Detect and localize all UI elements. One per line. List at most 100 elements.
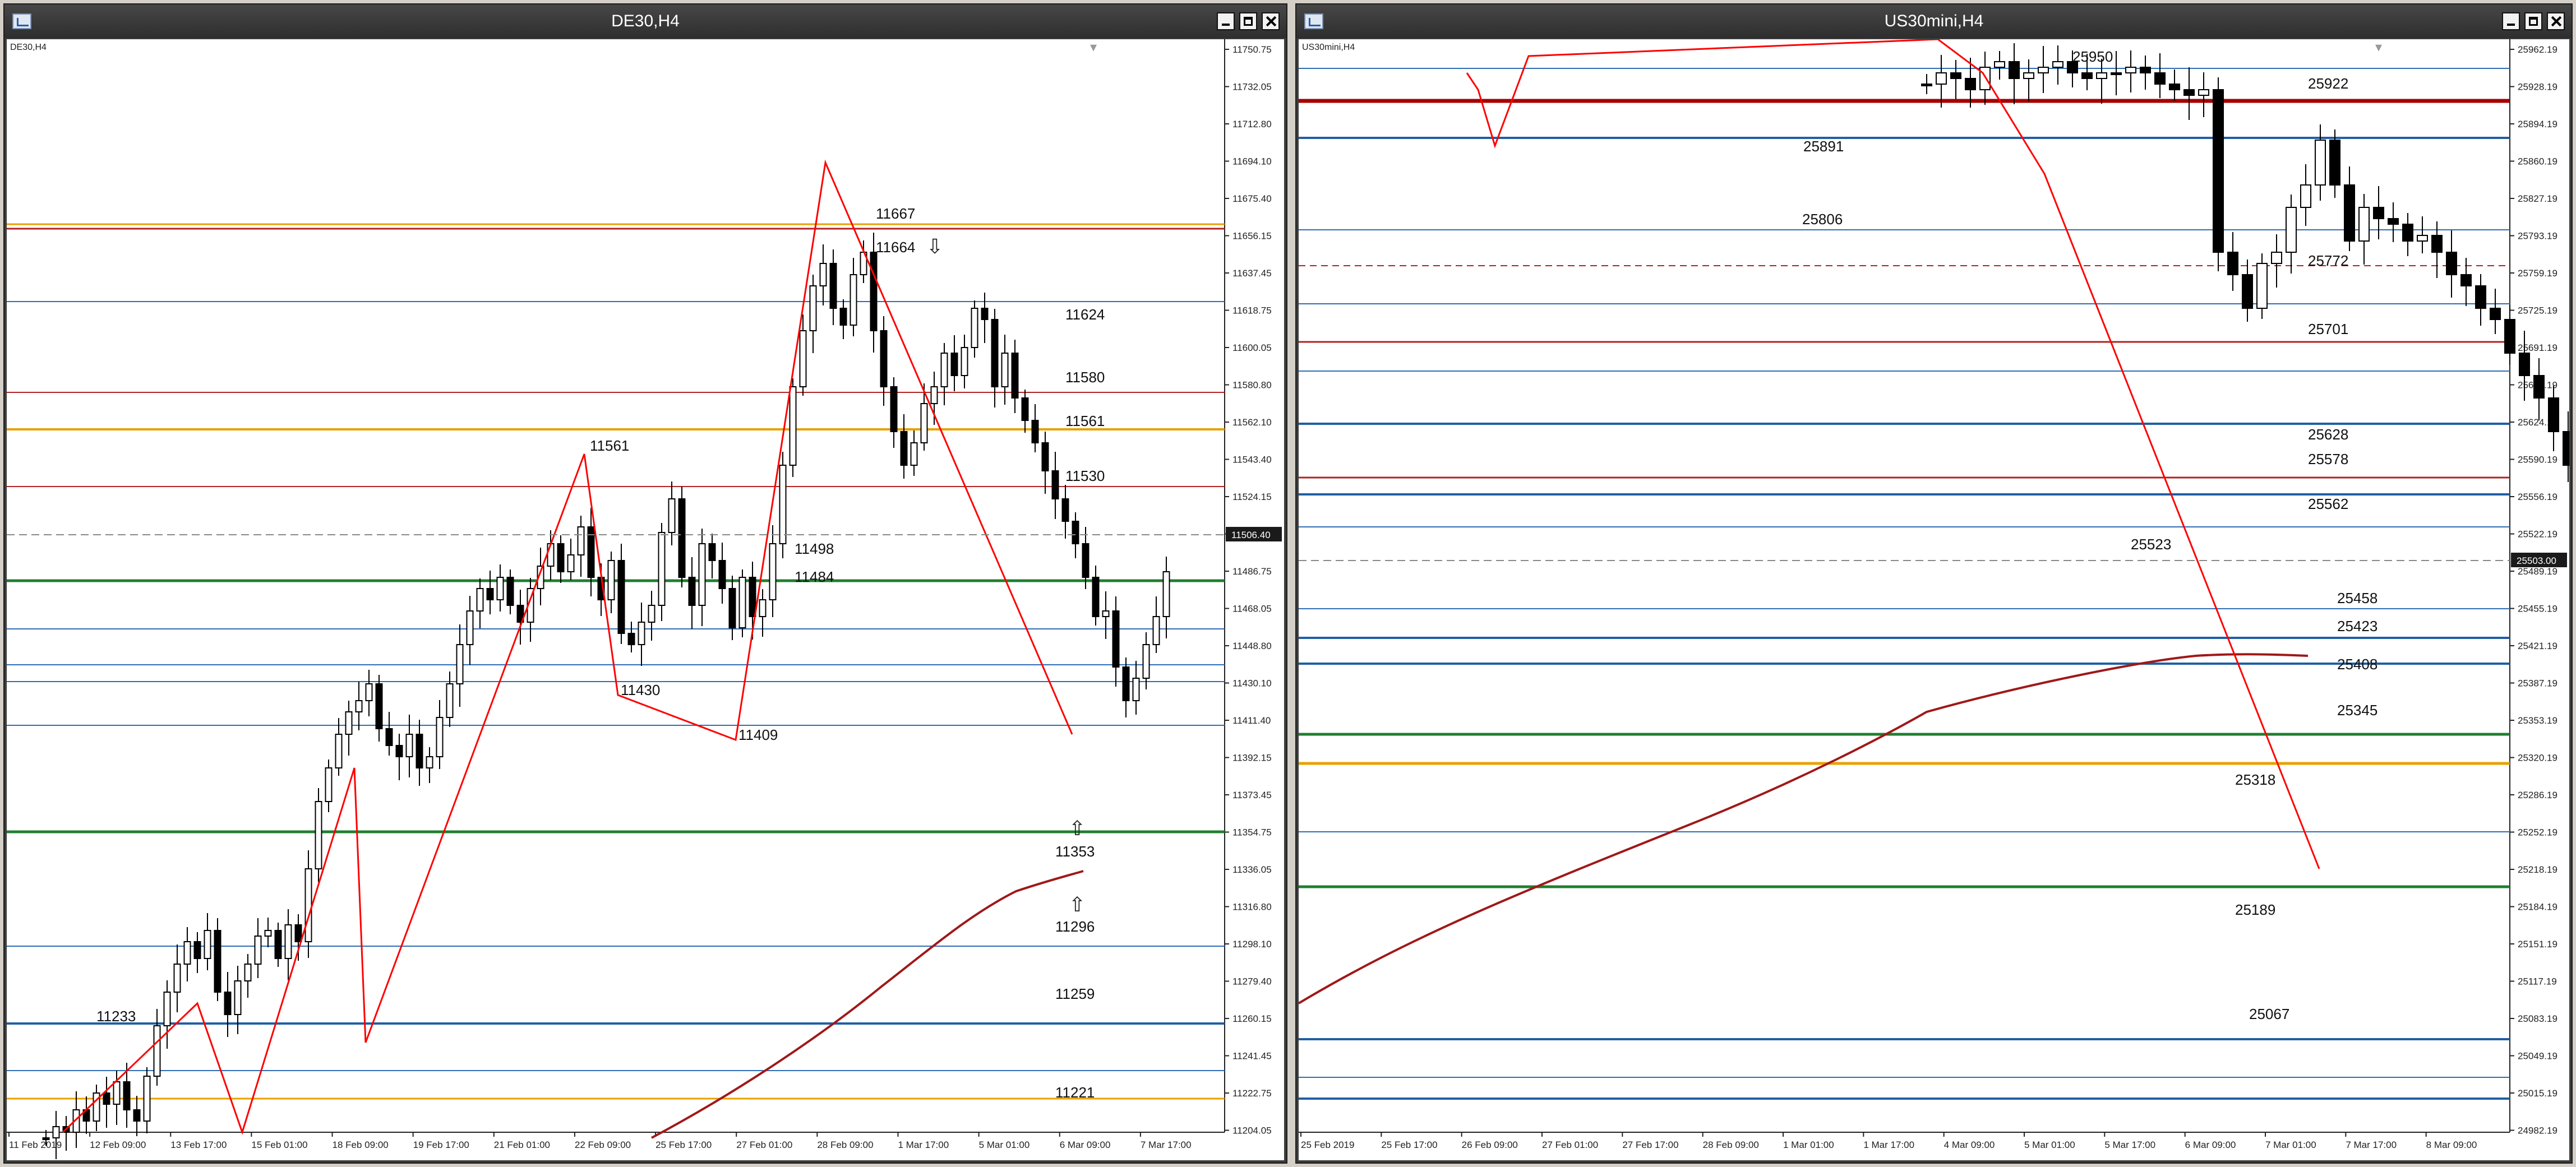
level-label: 25891: [1803, 138, 1844, 155]
window-titlebar[interactable]: DE30,H4: [4, 4, 1286, 38]
chart-canvas[interactable]: 11750.75 11732.05 11712.80 11694.10 11675.40…: [7, 39, 1284, 1160]
close-button[interactable]: [2547, 12, 2565, 30]
candle-body: [638, 622, 645, 645]
candle-body: [2475, 285, 2486, 309]
price-tick-label: 11732.05: [1232, 82, 1272, 92]
candle-body: [2329, 140, 2340, 186]
candle-body: [850, 274, 857, 326]
candle-body: [183, 941, 191, 965]
minimize-button[interactable]: [2502, 12, 2520, 30]
candle-body: [728, 588, 736, 628]
candle-body: [2548, 397, 2559, 432]
level-label: 11667: [876, 205, 915, 222]
candle-body: [103, 1092, 110, 1105]
candle-body: [416, 734, 423, 768]
candle-body: [2096, 72, 2107, 79]
level-label: 25458: [2337, 590, 2378, 606]
candle-body: [2242, 274, 2253, 309]
candle-body: [658, 532, 666, 606]
minimize-button[interactable]: [1217, 12, 1235, 30]
price-tick-label: 11618.75: [1232, 305, 1272, 316]
candle-body: [1950, 72, 1961, 79]
time-tick-label: 7 Mar 17:00: [2346, 1140, 2397, 1150]
candle-body: [2213, 89, 2224, 253]
price-tick-label: 25759.19: [2518, 268, 2557, 279]
candle-body: [375, 683, 383, 729]
price-tick-label: 11316.80: [1232, 902, 1272, 913]
candle-body: [2169, 84, 2180, 90]
candle-body: [2140, 67, 2151, 73]
candle-body: [1041, 442, 1049, 471]
price-chart[interactable]: 25962.19 25928.19 25894.19 25860.19 25827.19…: [1299, 39, 2569, 1160]
price-tick-label: 11562.10: [1232, 417, 1272, 428]
time-tick-label: 6 Mar 09:00: [1060, 1140, 1111, 1150]
chart-window-us30mini[interactable]: US30mini,H4 25962.19 25928.19 25894.19 2586…: [1295, 3, 2573, 1164]
candle-body: [1122, 666, 1130, 701]
candle-body: [1092, 577, 1100, 617]
candle-body: [708, 543, 716, 561]
candle-body: [52, 1126, 60, 1138]
price-tick-label: 11468.05: [1232, 604, 1272, 614]
candle-body: [961, 347, 968, 376]
candle-body: [950, 353, 958, 376]
candle-body: [607, 560, 615, 600]
level-label: 11409: [738, 726, 778, 743]
price-tick-label: 11637.45: [1232, 268, 1272, 279]
level-label: 25189: [2235, 901, 2275, 918]
price-tick-label: 25015.19: [2518, 1088, 2557, 1099]
price-tick-label: 25962.19: [2518, 44, 2557, 55]
price-tick-label: 25590.19: [2518, 455, 2557, 465]
candle-body: [385, 728, 393, 746]
price-tick-label: 11524.15: [1232, 492, 1272, 502]
candle-body: [2417, 235, 2428, 242]
candle-body: [809, 285, 817, 331]
level-label: 11580: [1065, 369, 1105, 386]
close-button[interactable]: [1262, 12, 1280, 30]
candle-body: [2286, 207, 2297, 253]
candle-body: [2154, 72, 2166, 85]
price-tick-label: 11750.75: [1232, 44, 1272, 55]
time-tick-label: 28 Feb 09:00: [1703, 1140, 1759, 1150]
candle-body: [234, 980, 242, 1015]
price-tick-label: 11448.80: [1232, 641, 1272, 651]
candle-body: [163, 992, 171, 1026]
level-label: 11221: [1055, 1084, 1095, 1101]
candle-body: [910, 442, 918, 466]
candle-body: [2504, 319, 2515, 354]
chart-canvas[interactable]: 25962.19 25928.19 25894.19 25860.19 25827.19…: [1299, 39, 2569, 1160]
time-tick-label: 25 Feb 17:00: [655, 1140, 712, 1150]
chart-window-de30[interactable]: DE30,H4 11750.75 11732.05 11712.80 11694.10…: [3, 3, 1287, 1164]
window-title: US30mini,H4: [1884, 12, 1984, 30]
candle-body: [355, 700, 363, 712]
candle-body: [244, 964, 252, 981]
candle-body: [749, 577, 756, 617]
candle-body: [395, 745, 403, 757]
price-tick-label: 25353.19: [2518, 715, 2557, 726]
candle-body: [2111, 72, 2122, 75]
window-titlebar[interactable]: US30mini,H4: [1296, 4, 2572, 38]
time-tick-label: 27 Feb 01:00: [1542, 1140, 1598, 1150]
candle-body: [2315, 140, 2326, 186]
candle-body: [1921, 84, 1932, 86]
candle-body: [1132, 678, 1140, 701]
level-label: 25701: [2308, 321, 2348, 337]
current-price-label: 25503.00: [2517, 555, 2556, 566]
candle-body: [971, 308, 978, 348]
maximize-button[interactable]: [1239, 12, 1257, 30]
candle-body: [2431, 235, 2443, 253]
candle-body: [688, 577, 696, 606]
price-tick-label: 24982.19: [2518, 1126, 2557, 1136]
level-label: 11430: [621, 682, 660, 698]
plot-area: [7, 39, 1225, 1132]
candle-body: [264, 930, 272, 937]
candle-body: [2052, 61, 2063, 68]
candle-body: [1965, 78, 1976, 90]
price-chart[interactable]: 11750.75 11732.05 11712.80 11694.10 11675.40…: [7, 39, 1284, 1160]
candle-body: [2402, 224, 2413, 242]
price-tick-label: 25218.19: [2518, 864, 2557, 875]
level-label: 11624: [1065, 306, 1105, 323]
candle-body: [506, 577, 514, 606]
price-tick-label: 11279.40: [1232, 976, 1272, 987]
candle-body: [143, 1076, 151, 1122]
maximize-button[interactable]: [2524, 12, 2542, 30]
